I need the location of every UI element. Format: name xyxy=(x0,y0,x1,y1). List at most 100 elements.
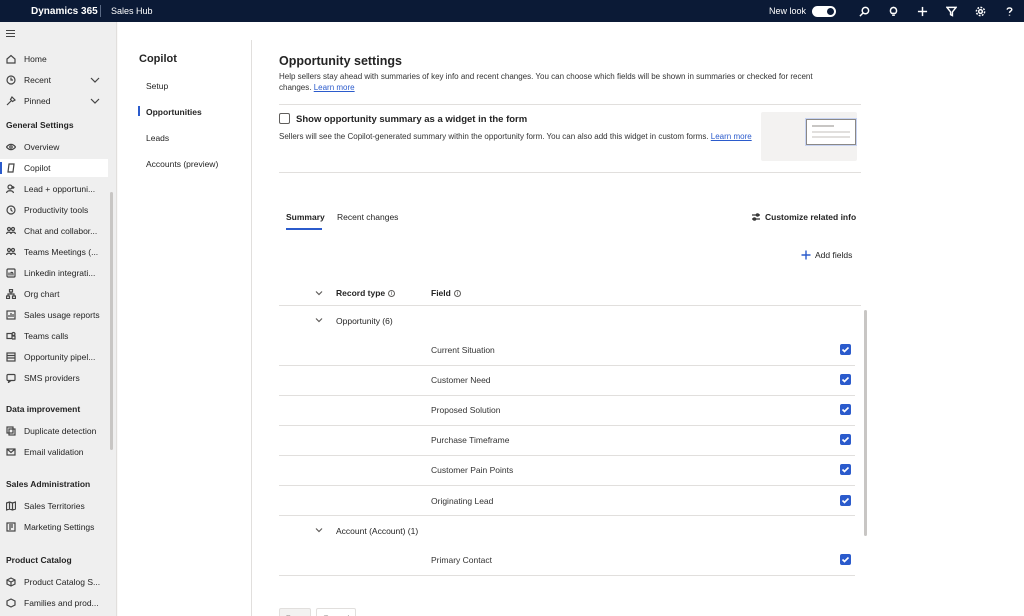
customize-related-info-button[interactable]: Customize related info xyxy=(751,212,856,222)
new-look-toggle[interactable] xyxy=(812,5,836,17)
info-icon[interactable]: i xyxy=(388,289,396,297)
group-opportunity[interactable]: Opportunity (6) xyxy=(336,316,393,326)
nav-recent-label: Recent xyxy=(24,75,51,85)
duplicate-icon xyxy=(6,426,16,436)
gear-icon[interactable] xyxy=(966,0,995,22)
nav-item-opportunity-pipeline[interactable]: Opportunity pipel... xyxy=(0,348,108,366)
nav-item-recent[interactable]: Recent xyxy=(0,71,108,89)
nav-item-pinned[interactable]: Pinned xyxy=(0,92,108,110)
widget-learn-more-link[interactable]: Learn more xyxy=(711,132,752,141)
nav-home-label: Home xyxy=(24,54,47,64)
nav-linkedin-label: Linkedin integrati... xyxy=(24,268,96,278)
nav-item-teams-calls[interactable]: Teams calls xyxy=(0,327,108,345)
report-icon xyxy=(6,310,16,320)
row-divider xyxy=(279,515,855,516)
nav-chat-label: Chat and collabor... xyxy=(24,226,98,236)
subnav-title: Copilot xyxy=(139,53,177,65)
nav-teams-meetings-label: Teams Meetings (... xyxy=(24,247,99,257)
marketing-icon xyxy=(6,522,16,532)
nav-sms-label: SMS providers xyxy=(24,373,80,383)
field-current-situation-checkbox[interactable] xyxy=(840,344,851,355)
row-divider xyxy=(279,485,855,486)
section-general-settings: General Settings xyxy=(6,120,74,130)
brand-name[interactable]: Dynamics 365 xyxy=(0,6,100,17)
left-navigation: Home Recent Pinned General Settings Over… xyxy=(0,22,117,616)
nav-item-linkedin[interactable]: Linkedin integrati... xyxy=(0,264,108,282)
nav-item-email-validation[interactable]: Email validation xyxy=(0,443,108,461)
group-account[interactable]: Account (Account) (1) xyxy=(336,526,418,536)
plus-icon[interactable] xyxy=(908,0,937,22)
group-account-chevron-icon[interactable] xyxy=(315,526,323,534)
column-header-record-type[interactable]: Record type i xyxy=(336,288,396,298)
nav-marketing-settings-label: Marketing Settings xyxy=(24,522,95,532)
field-header-label: Field xyxy=(431,288,451,298)
nav-families-label: Families and prod... xyxy=(24,598,99,608)
chevron-down-icon[interactable] xyxy=(90,75,100,85)
save-button[interactable]: Save xyxy=(279,608,311,616)
nav-item-sales-territories[interactable]: Sales Territories xyxy=(0,497,108,515)
field-primary-contact-checkbox[interactable] xyxy=(840,554,851,565)
nav-item-product-catalog-settings[interactable]: Product Catalog S... xyxy=(0,573,108,591)
brand-separator xyxy=(100,5,101,17)
people-icon xyxy=(5,226,17,236)
widget-preview-card xyxy=(806,119,856,145)
chevron-down-icon[interactable] xyxy=(90,96,100,106)
copilot-icon xyxy=(6,163,16,173)
nav-email-validation-label: Email validation xyxy=(24,447,84,457)
nav-item-home[interactable]: Home xyxy=(0,50,108,68)
table-scrollbar[interactable] xyxy=(864,310,867,536)
home-icon xyxy=(6,54,16,64)
subnav-item-setup[interactable]: Setup xyxy=(146,81,168,91)
search-icon[interactable] xyxy=(850,0,879,22)
field-purchase-timeframe-checkbox[interactable] xyxy=(840,434,851,445)
nav-item-marketing-settings[interactable]: Marketing Settings xyxy=(0,518,108,536)
nav-overview-label: Overview xyxy=(24,142,60,152)
nav-item-org-chart[interactable]: Org chart xyxy=(0,285,108,303)
field-customer-pain-points-checkbox[interactable] xyxy=(840,464,851,475)
subnav-item-leads[interactable]: Leads xyxy=(146,133,169,143)
info-icon[interactable]: i xyxy=(453,289,461,297)
app-name[interactable]: Sales Hub xyxy=(111,6,153,16)
top-bar: Dynamics 365 Sales Hub New look xyxy=(0,0,1024,22)
nav-productivity-label: Productivity tools xyxy=(24,205,89,215)
tab-summary[interactable]: Summary xyxy=(286,212,325,222)
linkedin-icon xyxy=(6,268,16,278)
nav-item-sms-providers[interactable]: SMS providers xyxy=(0,369,108,387)
nav-item-chat-collaboration[interactable]: Chat and collabor... xyxy=(0,222,108,240)
nav-sales-territories-label: Sales Territories xyxy=(24,501,85,511)
divider xyxy=(279,172,861,173)
hamburger-menu-icon[interactable] xyxy=(6,30,15,38)
learn-more-link[interactable]: Learn more xyxy=(314,83,355,92)
show-summary-widget-checkbox[interactable] xyxy=(279,113,290,124)
page-description-text: Help sellers stay ahead with summaries o… xyxy=(279,72,813,92)
nav-item-overview[interactable]: Overview xyxy=(0,138,108,156)
subnav-item-opportunities[interactable]: Opportunities xyxy=(146,107,202,117)
widget-preview-image xyxy=(761,112,857,161)
nav-item-lead-opportunity[interactable]: Lead + opportuni... xyxy=(0,180,108,198)
nav-item-copilot[interactable]: Copilot xyxy=(0,159,108,177)
nav-item-sales-usage-reports[interactable]: Sales usage reports xyxy=(0,306,108,324)
nav-item-teams-meetings[interactable]: Teams Meetings (... xyxy=(0,243,108,261)
filter-icon[interactable] xyxy=(937,0,966,22)
left-nav-scrollbar[interactable] xyxy=(110,192,113,450)
cancel-button[interactable]: Cancel xyxy=(316,608,356,616)
lightbulb-icon[interactable] xyxy=(879,0,908,22)
add-fields-label: Add fields xyxy=(815,250,853,260)
nav-item-productivity-tools[interactable]: Productivity tools xyxy=(0,201,108,219)
row-divider xyxy=(279,455,855,456)
column-header-field[interactable]: Field i xyxy=(431,288,461,298)
collapse-all-chevron-icon[interactable] xyxy=(315,289,323,297)
subnav-item-accounts-preview[interactable]: Accounts (preview) xyxy=(146,159,218,169)
add-fields-button[interactable]: Add fields xyxy=(801,250,852,260)
nav-item-families-products[interactable]: Families and prod... xyxy=(0,594,108,612)
families-icon xyxy=(6,598,16,608)
group-opportunity-chevron-icon[interactable] xyxy=(315,316,323,324)
nav-item-duplicate-detection[interactable]: Duplicate detection xyxy=(0,422,108,440)
field-originating-lead-checkbox[interactable] xyxy=(840,495,851,506)
field-proposed-solution-checkbox[interactable] xyxy=(840,404,851,415)
tab-recent-changes[interactable]: Recent changes xyxy=(337,212,398,222)
help-icon[interactable] xyxy=(995,0,1024,22)
new-look-label: New look xyxy=(768,6,806,16)
field-customer-need-checkbox[interactable] xyxy=(840,374,851,385)
row-divider xyxy=(279,425,855,426)
